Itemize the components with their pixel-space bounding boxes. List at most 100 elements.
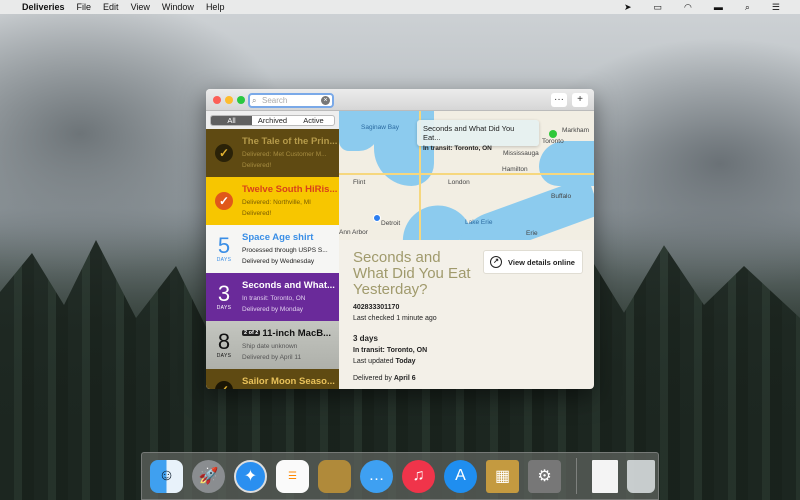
filter-segmented-control: All Archived Active bbox=[210, 115, 335, 126]
current-location-pin[interactable] bbox=[373, 214, 381, 222]
search-input[interactable]: ⌕ Search × bbox=[248, 93, 334, 108]
days-count: 5 bbox=[217, 233, 231, 258]
detail-title: Seconds and What Did You Eat Yesterday? bbox=[353, 249, 471, 298]
days-label: DAYS bbox=[216, 353, 232, 359]
callout-title: Seconds and What Did You Eat... bbox=[423, 124, 515, 142]
tracking-number: 402833301170 bbox=[353, 304, 400, 311]
road bbox=[339, 173, 594, 175]
item-title: The Tale of the Prin... bbox=[242, 136, 338, 147]
item-status: Delivered: Met Customer M... bbox=[242, 151, 327, 158]
days-label: DAYS bbox=[216, 305, 232, 311]
list-item[interactable]: ✓ Sailor Moon Seaso... bbox=[206, 369, 339, 389]
tab-all[interactable]: All bbox=[211, 116, 252, 125]
search-icon: ⌕ bbox=[252, 96, 257, 105]
days-count: 8 bbox=[217, 329, 231, 354]
deliveries-window: ⌕ Search × ··· + All Archived Active ✓ T… bbox=[206, 89, 594, 389]
last-updated: Last updated Today bbox=[353, 358, 416, 365]
dock-app-store-icon[interactable]: A bbox=[444, 459, 477, 493]
delivery-estimate: Delivered by April 6 bbox=[353, 375, 416, 382]
lake-ontario bbox=[539, 141, 594, 186]
location-icon[interactable]: ➤ bbox=[624, 2, 632, 13]
dock-notebook-icon[interactable] bbox=[318, 459, 351, 493]
menu-edit[interactable]: Edit bbox=[103, 2, 119, 12]
search-placeholder: Search bbox=[262, 96, 288, 105]
map-label: London bbox=[448, 179, 470, 186]
dock: ☺ 🚀 ✦ ☰ … ♫ A ▦ ⚙ bbox=[141, 452, 659, 500]
menu-file[interactable]: File bbox=[77, 2, 92, 12]
list-item[interactable]: ✓ Twelve South HiRis... Delivered: North… bbox=[206, 177, 339, 225]
transit-status: In transit: Toronto, ON bbox=[353, 347, 428, 354]
item-eta: Delivered! bbox=[242, 210, 272, 217]
view-details-label: View details online bbox=[508, 257, 575, 267]
dock-deliveries-icon[interactable]: ▦ bbox=[486, 459, 519, 493]
dock-separator bbox=[576, 458, 577, 494]
last-checked: Last checked 1 minute ago bbox=[353, 315, 437, 322]
map-label: Detroit bbox=[381, 220, 401, 227]
delivery-list: All Archived Active ✓ The Tale of the Pr… bbox=[206, 111, 339, 389]
dock-trash-icon[interactable] bbox=[627, 459, 655, 493]
check-icon: ✓ bbox=[215, 381, 233, 389]
add-button[interactable]: + bbox=[572, 93, 588, 107]
menu-bar: Deliveries File Edit View Window Help ➤ … bbox=[0, 0, 800, 14]
minimize-button[interactable] bbox=[225, 96, 233, 104]
dock-system-preferences-icon[interactable]: ⚙ bbox=[528, 459, 561, 493]
notification-center-icon[interactable]: ☰ bbox=[772, 2, 780, 13]
map-callout[interactable]: Seconds and What Did You Eat... In trans… bbox=[417, 120, 539, 152]
list-item[interactable]: 8 DAYS 2 of 2 11-inch MacB... Ship date un… bbox=[206, 321, 339, 369]
map-label: Lake Erie bbox=[465, 219, 493, 226]
dock-messages-icon[interactable]: … bbox=[360, 459, 393, 493]
map-label: Saginaw Bay bbox=[361, 124, 399, 131]
map-label: Toronto bbox=[542, 138, 564, 145]
map-label: Erie bbox=[526, 230, 538, 237]
wifi-icon[interactable]: ◠ bbox=[684, 2, 692, 13]
item-title: Twelve South HiRis... bbox=[242, 184, 338, 195]
more-button[interactable]: ··· bbox=[551, 93, 567, 107]
item-status: In transit: Toronto, ON bbox=[242, 295, 306, 302]
menu-view[interactable]: View bbox=[131, 2, 150, 12]
list-item-selected[interactable]: 3 DAYS Seconds and What... In transit: To… bbox=[206, 273, 339, 321]
spotlight-icon[interactable]: ⌕ bbox=[745, 2, 750, 13]
days-remaining: 3 days bbox=[353, 334, 378, 343]
days-label: DAYS bbox=[216, 257, 232, 263]
dock-launchpad-icon[interactable]: 🚀 bbox=[192, 459, 225, 493]
tab-active[interactable]: Active bbox=[293, 116, 334, 125]
dock-finder-icon[interactable]: ☺ bbox=[150, 459, 183, 493]
check-icon: ✓ bbox=[215, 144, 233, 162]
item-status: Delivered: Northville, MI bbox=[242, 199, 311, 206]
menu-help[interactable]: Help bbox=[206, 2, 225, 12]
item-eta: Delivered! bbox=[242, 162, 272, 169]
item-status: Processed through USPS S... bbox=[242, 247, 328, 254]
close-button[interactable] bbox=[213, 96, 221, 104]
map-label: Buffalo bbox=[551, 193, 572, 200]
battery-icon[interactable]: ▬ bbox=[714, 2, 723, 13]
airplay-icon[interactable]: ▭ bbox=[654, 2, 663, 13]
item-eta: Delivered by April 11 bbox=[242, 354, 302, 361]
package-location-pin[interactable] bbox=[549, 130, 557, 138]
map-view[interactable]: Saginaw Bay Markham Mississauga Hamilton… bbox=[339, 111, 594, 240]
map-label: Flint bbox=[353, 179, 366, 186]
dock-itunes-icon[interactable]: ♫ bbox=[402, 459, 435, 493]
zoom-button[interactable] bbox=[237, 96, 245, 104]
list-item[interactable]: ✓ The Tale of the Prin... Delivered: Met… bbox=[206, 129, 339, 177]
item-title: 11-inch MacB... bbox=[262, 328, 332, 339]
lake-erie-east bbox=[446, 176, 594, 240]
view-details-online-button[interactable]: ↗ View details online bbox=[483, 250, 583, 274]
dock-safari-icon[interactable]: ✦ bbox=[234, 459, 267, 493]
tab-archived[interactable]: Archived bbox=[252, 116, 293, 125]
item-eta: Delivered by Monday bbox=[242, 306, 304, 313]
dock-document-icon[interactable] bbox=[592, 459, 618, 493]
menu-window[interactable]: Window bbox=[162, 2, 194, 12]
item-title: Sailor Moon Seaso... bbox=[242, 376, 335, 387]
map-label: Markham bbox=[562, 127, 590, 134]
menu-app[interactable]: Deliveries bbox=[22, 2, 65, 12]
callout-subtitle: In transit: Toronto, ON bbox=[423, 145, 492, 152]
map-label: Ann Arbor bbox=[339, 229, 368, 236]
dock-reminders-icon[interactable]: ☰ bbox=[276, 459, 309, 493]
check-icon: ✓ bbox=[215, 192, 233, 210]
lake-saginaw bbox=[339, 111, 379, 151]
compass-icon: ↗ bbox=[490, 256, 502, 268]
clear-search-icon[interactable]: × bbox=[321, 96, 330, 105]
list-item[interactable]: 5 DAYS Space Age shirt Processed through … bbox=[206, 225, 339, 273]
toolbar: ⌕ Search × ··· + bbox=[206, 89, 594, 111]
delivery-detail: Seconds and What Did You Eat Yesterday? … bbox=[339, 240, 594, 389]
